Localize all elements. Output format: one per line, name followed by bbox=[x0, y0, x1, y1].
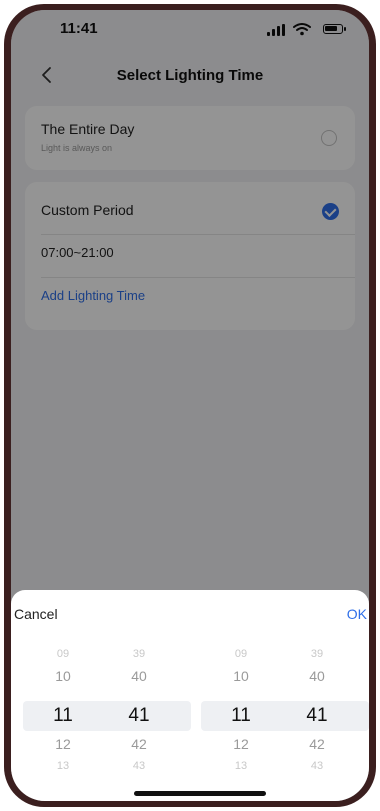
picker-option: 12 bbox=[55, 736, 71, 752]
picker-option: 10 bbox=[233, 668, 249, 684]
picker-option: 42 bbox=[309, 736, 325, 752]
picker-option: 39 bbox=[310, 648, 324, 660]
picker-option: 13 bbox=[56, 760, 70, 770]
picker-selected-minute: 41 bbox=[306, 705, 328, 726]
end-time-picker[interactable]: 09 10 11 12 13 39 40 41 42 43 bbox=[201, 646, 369, 770]
picker-option: 42 bbox=[131, 736, 147, 752]
screen: 11:41 Select Lighting Time The Entire Da… bbox=[11, 10, 369, 801]
minute-wheel[interactable]: 39 40 41 42 43 bbox=[285, 646, 349, 770]
time-picker-sheet: Cancel OK 09 10 11 12 13 39 40 41 42 43 bbox=[11, 590, 369, 801]
home-indicator[interactable] bbox=[134, 791, 266, 796]
picker-selected-hour: 11 bbox=[53, 705, 73, 726]
phone-frame: 11:41 Select Lighting Time The Entire Da… bbox=[4, 4, 376, 807]
picker-option: 43 bbox=[310, 760, 324, 770]
hour-wheel[interactable]: 09 10 11 12 13 bbox=[209, 646, 273, 770]
picker-option: 40 bbox=[131, 668, 147, 684]
picker-selected-hour: 11 bbox=[231, 705, 251, 726]
start-time-picker[interactable]: 09 10 11 12 13 39 40 41 42 43 bbox=[23, 646, 191, 770]
picker-option: 39 bbox=[132, 648, 146, 660]
picker-option: 12 bbox=[233, 736, 249, 752]
picker-option: 10 bbox=[55, 668, 71, 684]
picker-option: 43 bbox=[132, 760, 146, 770]
picker-option: 13 bbox=[234, 760, 248, 770]
ok-button[interactable]: OK bbox=[347, 606, 367, 622]
picker-option: 09 bbox=[56, 648, 70, 660]
minute-wheel[interactable]: 39 40 41 42 43 bbox=[107, 646, 171, 770]
picker-selected-minute: 41 bbox=[128, 705, 150, 726]
picker-option: 09 bbox=[234, 648, 248, 660]
cancel-button[interactable]: Cancel bbox=[14, 606, 58, 622]
picker-option: 40 bbox=[309, 668, 325, 684]
hour-wheel[interactable]: 09 10 11 12 13 bbox=[31, 646, 95, 770]
